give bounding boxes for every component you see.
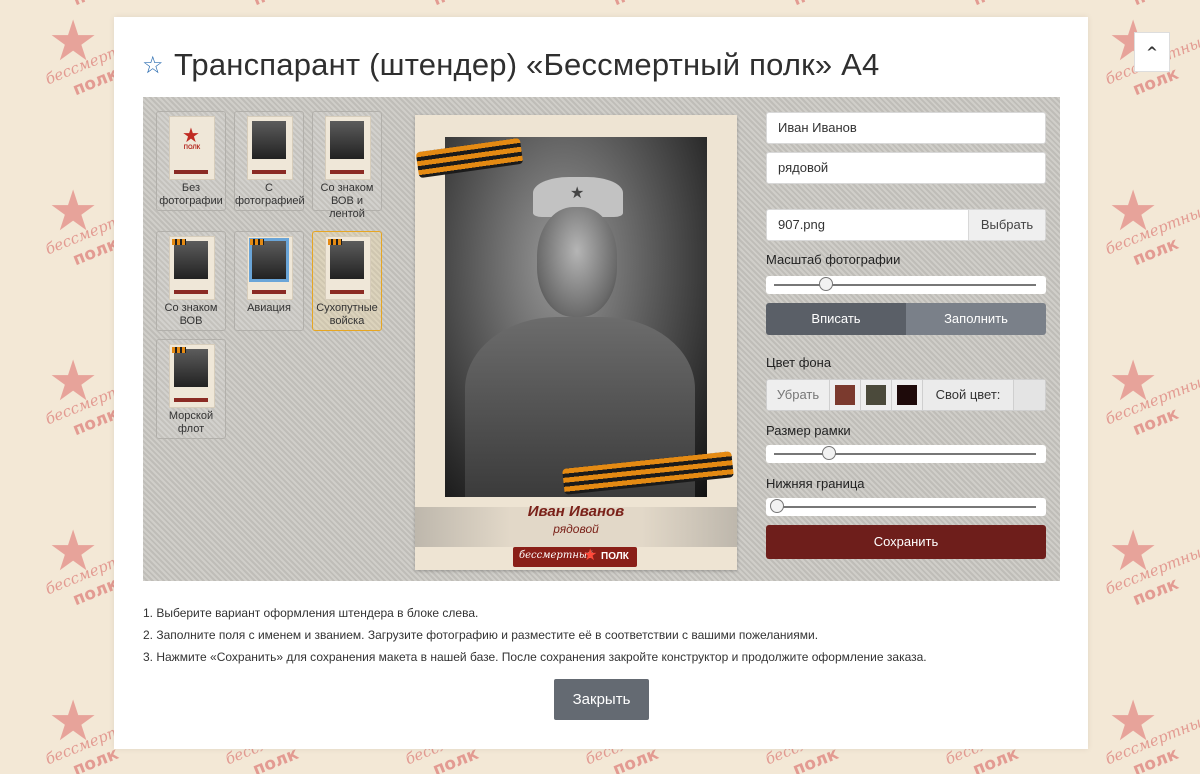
regiment-logo-tile: ★бессмертныйполк [1100,350,1200,460]
fill-button[interactable]: Заполнить [906,303,1046,335]
instruction-step: 3. Нажмите «Сохранить» для сохранения ма… [143,650,927,664]
instruction-step: 1. Выберите вариант оформления штендера … [143,606,479,620]
regiment-logo-tile: ★бессмертныйполк [1100,180,1200,290]
preview-rank: рядовой [553,522,599,536]
template-thumbnail [325,236,371,300]
regiment-logo-tile: ★бессмертныйполк [1100,520,1200,630]
template-thumbnail [169,344,215,408]
frame-size-label: Размер рамки [766,423,851,438]
name-field[interactable]: Иван Иванов [766,112,1046,144]
preview-name: Иван Иванов [527,503,625,520]
template-badge-ribbon[interactable]: Со знаком ВОВ и лентой [312,111,382,220]
soldier-photo[interactable]: ★ [445,137,707,497]
template-navy[interactable]: Морской флот [156,339,226,439]
file-name: 907.png [778,217,825,232]
star-icon: ★ [583,545,598,564]
custom-color-label: Свой цвет: [923,380,1014,410]
template-label: Без фотографии [159,182,223,207]
custom-color-input[interactable] [1014,380,1045,410]
fit-mode-toggle: Вписать Заполнить [766,303,1046,335]
template-aviation[interactable]: Авиация [234,231,304,331]
slider-handle[interactable] [819,277,834,291]
template-thumbnail [247,236,293,300]
bottom-border-label: Нижняя граница [766,476,865,491]
bg-color-label: Цвет фона [766,355,832,370]
star-outline-icon[interactable]: ☆ [142,51,168,79]
template-badge[interactable]: Со знаком ВОВ [156,231,226,331]
frame-size-slider[interactable] [766,445,1046,463]
template-thumbnail [169,236,215,300]
template-ground-forces[interactable]: Сухопутные войска [312,231,382,331]
template-with-photo[interactable]: С фотографией [234,111,305,211]
rank-field[interactable]: рядовой [766,152,1046,184]
remove-color-button[interactable]: Убрать [767,380,830,410]
editor-area: ★ ПОЛК Без фотографии С фотографией Со зн… [143,97,1060,581]
template-thumbnail [325,116,371,180]
chevron-up-icon: ^ [1146,45,1158,61]
instructions: 1. Выберите вариант оформления штендера … [143,602,927,668]
slider-handle[interactable] [821,446,836,460]
color-swatch-olive[interactable] [861,380,892,410]
template-label: Авиация [247,302,291,314]
template-thumbnail [247,116,293,180]
close-button[interactable]: Закрыть [554,679,649,720]
choose-file-button[interactable]: Выбрать [968,210,1045,240]
color-swatch-dark[interactable] [892,380,923,410]
color-swatch-brown[interactable] [830,380,861,410]
regiment-logo: бессмертный ★ ПОЛК [513,545,637,567]
page-title: Транспарант (штендер) «Бессмертный полк»… [174,47,880,82]
fit-button[interactable]: Вписать [766,303,906,335]
photo-scale-label: Масштаб фотографии [766,252,901,267]
template-label: Морской флот [168,410,214,435]
regiment-logo-tile: ★бессмертныйполк [1100,690,1200,774]
slider-handle[interactable] [770,499,784,513]
template-label: С фотографией [235,182,305,207]
photo-scale-slider[interactable] [766,276,1046,294]
template-thumbnail: ★ ПОЛК [169,116,215,180]
instruction-step: 2. Заполните поля с именем и званием. За… [143,628,819,642]
banner-preview: ★ Иван Иванов рядовой бессмертный ★ ПОЛК [415,115,737,570]
template-label: Со знаком ВОВ и лентой [320,182,374,220]
scroll-top-button[interactable]: ^ [1134,32,1170,72]
template-no-photo[interactable]: ★ ПОЛК Без фотографии [156,111,226,211]
bg-color-picker: Убрать Свой цвет: [766,379,1046,411]
template-label: Сухопутные войска [316,302,378,327]
save-button[interactable]: Сохранить [766,525,1046,559]
modal-header: ☆ Транспарант (штендер) «Бессмертный пол… [142,47,879,83]
photo-file-field[interactable]: 907.png Выбрать [766,209,1046,241]
template-label: Со знаком ВОВ [164,302,218,327]
constructor-modal: ☆ Транспарант (штендер) «Бессмертный пол… [114,17,1088,749]
bottom-border-slider[interactable] [766,498,1046,516]
